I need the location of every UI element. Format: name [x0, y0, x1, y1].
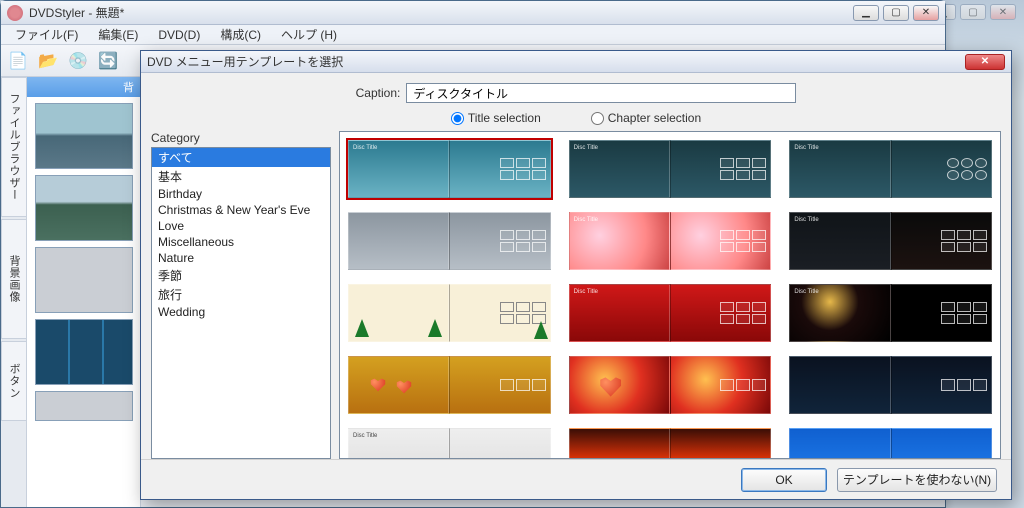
thumbnail[interactable] — [35, 103, 133, 169]
category-item[interactable]: Birthday — [152, 186, 330, 202]
close-button[interactable]: ✕ — [913, 5, 939, 21]
thumbnail[interactable] — [35, 319, 133, 385]
bg-max-button[interactable]: ▢ — [960, 4, 986, 20]
radio-title-input[interactable] — [451, 112, 464, 125]
refresh-icon[interactable]: 🔄 — [97, 50, 119, 72]
category-item[interactable]: すべて — [152, 148, 330, 167]
category-item[interactable]: Miscellaneous — [152, 234, 330, 250]
menubar: ファイル(F) 編集(E) DVD(D) 構成(C) ヘルプ (H) — [1, 25, 945, 45]
template-dialog: DVD メニュー用テンプレートを選択 ✕ Caption: Title sele… — [140, 50, 1012, 500]
template-item[interactable]: Disc Title — [787, 138, 994, 200]
template-grid-wrap: Disc Title Disc Title Disc Title — [339, 131, 1001, 459]
open-icon[interactable]: 📂 — [37, 50, 59, 72]
dialog-buttons: OK テンプレートを使わない(N) — [141, 459, 1011, 499]
no-template-button[interactable]: テンプレートを使わない(N) — [837, 468, 997, 492]
menu-help[interactable]: ヘルプ (H) — [271, 24, 347, 45]
tab-background[interactable]: 背景画像 — [1, 219, 26, 339]
menu-edit[interactable]: 編集(E) — [88, 24, 148, 45]
caption-row: Caption: — [161, 83, 991, 103]
category-item[interactable]: Love — [152, 218, 330, 234]
dialog-close-button[interactable]: ✕ — [965, 54, 1005, 70]
template-item[interactable]: Disc Title — [787, 210, 994, 272]
thumbnail[interactable] — [35, 391, 133, 421]
caption-label: Caption: — [356, 86, 401, 100]
template-item[interactable] — [346, 210, 553, 272]
template-item[interactable] — [787, 426, 994, 458]
dialog-body: Category すべて 基本 Birthday Christmas & New… — [141, 131, 1011, 459]
selection-mode-row: Title selection Chapter selection — [161, 111, 991, 125]
template-item[interactable]: Disc Title — [346, 138, 553, 200]
category-item[interactable]: 旅行 — [152, 285, 330, 304]
template-item[interactable]: Disc Title — [567, 210, 774, 272]
template-item[interactable]: Disc Title — [787, 282, 994, 344]
template-item[interactable]: Disc Title — [346, 426, 553, 458]
radio-chapter-input[interactable] — [591, 112, 604, 125]
template-item[interactable] — [567, 426, 774, 458]
category-item[interactable]: Nature — [152, 250, 330, 266]
template-item[interactable] — [346, 282, 553, 344]
menu-file[interactable]: ファイル(F) — [5, 24, 88, 45]
ok-button[interactable]: OK — [741, 468, 827, 492]
template-item[interactable] — [567, 354, 774, 416]
template-item[interactable] — [346, 354, 553, 416]
burn-icon[interactable]: 💿 — [67, 50, 89, 72]
minimize-button[interactable]: ▁ — [853, 5, 879, 21]
menu-dvd[interactable]: DVD(D) — [148, 26, 210, 44]
category-item[interactable]: Christmas & New Year's Eve — [152, 202, 330, 218]
thumbnail[interactable] — [35, 175, 133, 241]
titlebar: DVDStyler - 無題* ▁ ▢ ✕ — [1, 1, 945, 25]
dialog-title: DVD メニュー用テンプレートを選択 — [147, 53, 965, 70]
thumbnail[interactable] — [35, 247, 133, 313]
window-title: DVDStyler - 無題* — [29, 4, 853, 21]
category-item[interactable]: 基本 — [152, 167, 330, 186]
category-panel: Category すべて 基本 Birthday Christmas & New… — [151, 131, 331, 459]
tab-file-browser[interactable]: ファイルブラウザー — [1, 77, 26, 217]
template-grid[interactable]: Disc Title Disc Title Disc Title — [340, 132, 1000, 458]
template-item[interactable]: Disc Title — [567, 282, 774, 344]
fb-header: 背 — [27, 77, 140, 97]
dialog-titlebar: DVD メニュー用テンプレートを選択 ✕ — [141, 51, 1011, 73]
menu-config[interactable]: 構成(C) — [210, 24, 271, 45]
radio-title-selection[interactable]: Title selection — [451, 111, 541, 125]
category-label: Category — [151, 131, 331, 145]
tpl-title-label: Disc Title — [353, 145, 377, 151]
window-controls: ▁ ▢ ✕ — [853, 5, 939, 21]
maximize-button[interactable]: ▢ — [883, 5, 909, 21]
dialog-top: Caption: Title selection Chapter selecti… — [141, 73, 1011, 131]
radio-chapter-label: Chapter selection — [608, 111, 701, 125]
caption-input[interactable] — [406, 83, 796, 103]
template-item[interactable] — [787, 354, 994, 416]
category-item[interactable]: 季節 — [152, 266, 330, 285]
file-browser-panel: 背 — [27, 77, 141, 507]
radio-title-label: Title selection — [468, 111, 541, 125]
category-item[interactable]: Wedding — [152, 304, 330, 320]
tab-buttons[interactable]: ボタン — [1, 341, 26, 421]
category-list[interactable]: すべて 基本 Birthday Christmas & New Year's E… — [151, 147, 331, 459]
app-icon — [7, 5, 23, 21]
bg-close-button[interactable]: ✕ — [990, 4, 1016, 20]
side-tabs: ファイルブラウザー 背景画像 ボタン — [1, 77, 27, 507]
template-item[interactable]: Disc Title — [567, 138, 774, 200]
new-icon[interactable]: 📄 — [7, 50, 29, 72]
radio-chapter-selection[interactable]: Chapter selection — [591, 111, 701, 125]
